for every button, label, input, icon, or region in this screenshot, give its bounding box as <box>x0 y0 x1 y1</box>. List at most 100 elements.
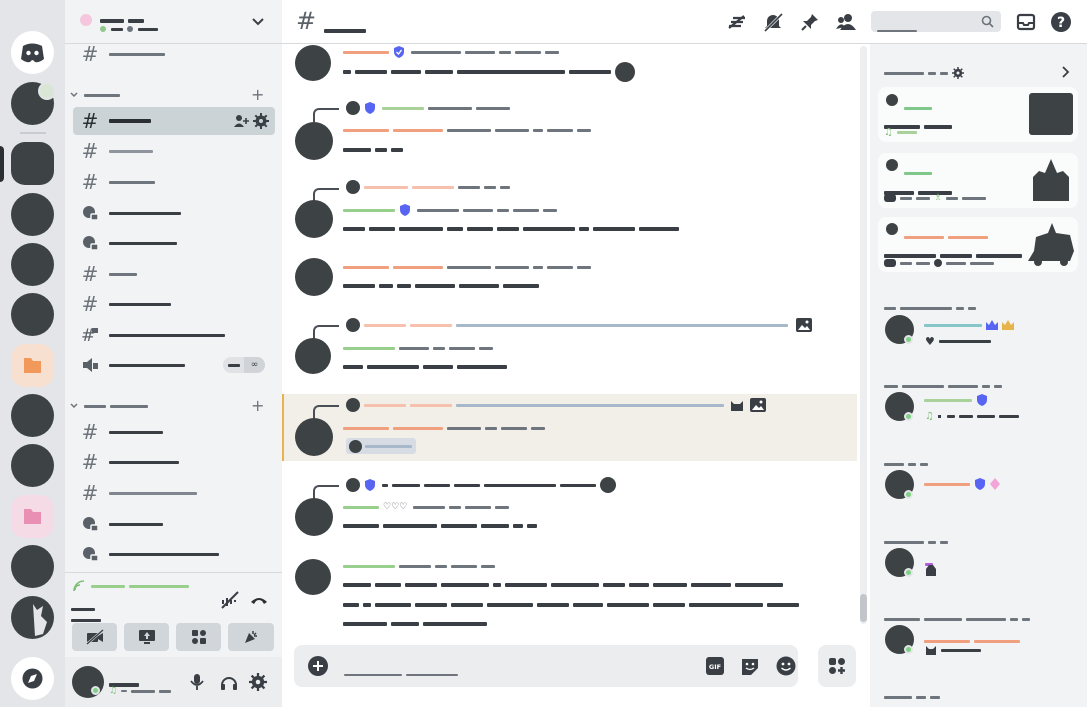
disconnect-call-icon[interactable] <box>249 590 269 610</box>
activity-card[interactable]: ♫ <box>878 87 1078 142</box>
forum-channel-item[interactable] <box>73 229 275 257</box>
server-icon[interactable] <box>11 394 54 437</box>
message[interactable] <box>282 44 857 88</box>
server-icon[interactable] <box>11 444 54 487</box>
user-mention-chip[interactable] <box>346 438 416 454</box>
channel-item[interactable]: # <box>73 168 275 196</box>
server-icon[interactable] <box>11 293 54 336</box>
help-button[interactable]: ? <box>1049 11 1073 33</box>
forum-icon <box>81 545 99 563</box>
camera-off-button[interactable] <box>72 623 117 651</box>
forum-icon <box>81 515 99 533</box>
avatar[interactable] <box>295 200 333 238</box>
locked-channel-item[interactable]: # <box>73 321 275 349</box>
screen-share-button[interactable] <box>124 623 169 651</box>
avatar[interactable] <box>295 418 333 456</box>
apps-icon <box>829 658 845 674</box>
member-list-button[interactable] <box>834 11 858 33</box>
channel-item[interactable]: # <box>73 448 275 476</box>
channel-item[interactable]: # <box>73 479 275 507</box>
message-composer[interactable]: GIF <box>294 645 798 687</box>
create-invite-icon[interactable] <box>233 114 249 128</box>
avatar[interactable] <box>295 45 331 81</box>
channel-item[interactable]: # <box>73 290 275 318</box>
channel-item[interactable]: # <box>73 40 275 68</box>
emoji-icon[interactable] <box>776 656 796 676</box>
add-attachment-icon[interactable] <box>308 656 328 676</box>
server-icon[interactable] <box>11 243 54 286</box>
add-channel-icon[interactable]: + <box>251 85 264 104</box>
message-reply[interactable] <box>282 316 857 378</box>
microphone-icon[interactable] <box>189 673 205 691</box>
sticker-icon[interactable] <box>740 657 760 675</box>
activities-button[interactable] <box>176 623 221 651</box>
verified-shield-icon <box>365 102 375 114</box>
chevron-right-icon[interactable] <box>1060 66 1070 78</box>
gear-icon[interactable] <box>952 67 964 79</box>
avatar[interactable] <box>295 559 331 595</box>
channel-item[interactable]: # <box>73 137 275 165</box>
message-reply[interactable] <box>282 100 857 162</box>
chevron-down-icon[interactable] <box>251 15 265 29</box>
forum-channel-item[interactable] <box>73 510 275 538</box>
sticker-cat-icon <box>731 401 743 411</box>
channel-item[interactable]: # <box>73 418 275 446</box>
apps-button[interactable] <box>818 645 856 687</box>
channel-item-selected[interactable]: # <box>73 107 275 135</box>
gear-icon[interactable] <box>253 113 269 129</box>
pinned-messages-button[interactable] <box>798 11 822 33</box>
hash-icon: # <box>81 109 99 133</box>
avatar[interactable] <box>295 122 333 160</box>
server-folder[interactable] <box>11 495 54 538</box>
server-icon[interactable] <box>11 545 54 588</box>
message[interactable] <box>282 557 857 635</box>
hash-icon: # <box>81 450 99 474</box>
avatar[interactable] <box>72 666 104 698</box>
headphones-icon[interactable] <box>220 673 238 691</box>
server-icon[interactable] <box>11 596 54 639</box>
search-input[interactable] <box>871 11 1001 32</box>
noise-suppression-off-icon[interactable] <box>220 590 240 610</box>
category-header[interactable]: + <box>65 396 282 415</box>
channel-topbar: # ? <box>282 0 1087 44</box>
camera-off-icon <box>85 629 104 645</box>
server-icon-selected[interactable] <box>11 142 54 185</box>
scrollbar-thumb[interactable] <box>860 594 867 622</box>
status-emoji-icon <box>926 565 936 576</box>
activity-header <box>884 67 964 79</box>
soundboard-button[interactable] <box>228 623 274 651</box>
channel-item[interactable]: # <box>73 260 275 288</box>
scrollbar-track[interactable] <box>860 46 867 624</box>
cat-silhouette-icon <box>33 604 47 636</box>
add-channel-icon[interactable]: + <box>251 396 264 415</box>
server-header[interactable] <box>65 0 282 44</box>
avatar[interactable] <box>295 258 333 296</box>
activity-card[interactable] <box>878 217 1078 272</box>
category-header[interactable]: + <box>65 85 282 104</box>
server-icon[interactable] <box>11 193 54 236</box>
explore-button[interactable] <box>11 657 54 700</box>
inbox-button[interactable] <box>1014 11 1038 33</box>
channel-sidebar: # + # # # # # # ∞ + # # # ♫ <box>65 0 282 707</box>
gif-icon[interactable]: GIF <box>706 657 724 675</box>
notification-button[interactable] <box>761 11 785 33</box>
activities-icon <box>191 630 206 644</box>
message-reply[interactable] <box>282 180 857 242</box>
forum-channel-item[interactable] <box>73 540 275 568</box>
activity-card[interactable]: ♗ <box>878 153 1078 208</box>
home-button[interactable] <box>11 31 54 74</box>
message[interactable] <box>282 256 857 302</box>
reply-connector <box>313 325 339 339</box>
message-reply[interactable]: ♡♡♡ <box>282 476 857 538</box>
speaker-lock-icon <box>81 356 99 374</box>
svg-text:GIF: GIF <box>709 663 721 671</box>
threads-button[interactable] <box>725 11 749 33</box>
voice-channel-item[interactable]: ∞ <box>73 351 275 379</box>
server-folder[interactable] <box>11 344 54 387</box>
gear-icon[interactable] <box>249 673 267 691</box>
forum-channel-item[interactable] <box>73 199 275 227</box>
avatar[interactable] <box>295 498 333 536</box>
message-mention-highlighted[interactable] <box>282 394 857 461</box>
avatar[interactable] <box>295 338 331 374</box>
hash-icon: # <box>81 139 99 163</box>
